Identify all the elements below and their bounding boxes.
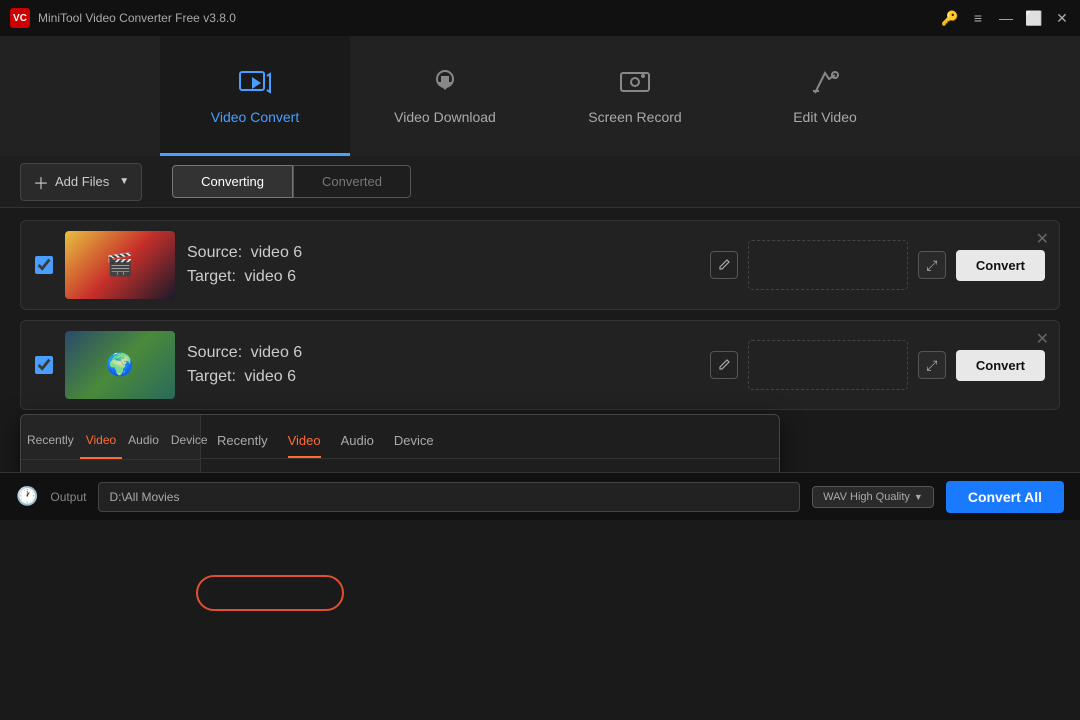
xvid-oval-highlight xyxy=(196,575,344,611)
app-title: MiniTool Video Converter Free v3.8.0 xyxy=(38,11,934,25)
format-pill-label: WAV High Quality xyxy=(823,491,910,503)
convert-button-2[interactable]: Convert xyxy=(956,350,1045,381)
file-target-2: Target: video 6 xyxy=(187,368,698,386)
resize-icon-1[interactable]: ⤢ xyxy=(918,251,946,279)
file-row-2: 🌍 Source: video 6 Target: video 6 ⤢ Conv… xyxy=(20,320,1060,410)
add-files-button[interactable]: ＋ Add Files ▼ xyxy=(20,163,142,201)
tab-screen-record-label: Screen Record xyxy=(588,109,681,125)
file-target-1: Target: video 6 xyxy=(187,268,698,286)
file-actions-2: ⤢ Convert xyxy=(710,340,1045,390)
clock-icon: 🕐 xyxy=(16,486,38,507)
file-info-2: Source: video 6 Target: video 6 xyxy=(187,344,698,386)
tab-edit-video-label: Edit Video xyxy=(793,109,857,125)
file-actions-1: ⤢ Convert xyxy=(710,240,1045,290)
file-source-1: Source: video 6 xyxy=(187,244,698,262)
quality-nav-tabs: Recently Video Audio Device xyxy=(201,423,779,459)
format-list: Recently Video Audio Device MP4 MP4 MOV … xyxy=(21,415,201,472)
app-logo: VC xyxy=(10,8,30,28)
dropdown-arrow-icon[interactable]: ▼ xyxy=(119,176,129,187)
window-controls: 🔑 ≡ — ⬜ ✕ xyxy=(942,10,1070,26)
converted-tab[interactable]: Converted xyxy=(293,165,411,198)
toolbar: ＋ Add Files ▼ Converting Converted xyxy=(0,156,1080,208)
quality-hd1080[interactable]: HD 1080P 1920x1080 xyxy=(201,463,779,472)
format-pill-arrow: ▼ xyxy=(914,492,923,502)
minimize-button[interactable]: — xyxy=(998,10,1014,26)
format-selector-2[interactable] xyxy=(748,340,908,390)
key-icon[interactable]: 🔑 xyxy=(942,10,958,26)
edit-button-2[interactable] xyxy=(710,351,738,379)
resize-icon-2[interactable]: ⤢ xyxy=(918,351,946,379)
source-label-2: Source: xyxy=(187,344,242,361)
target-name-2: video 6 xyxy=(244,368,296,385)
titlebar: VC MiniTool Video Converter Free v3.8.0 … xyxy=(0,0,1080,36)
file-info-1: Source: video 6 Target: video 6 xyxy=(187,244,698,286)
file-checkbox-2[interactable] xyxy=(35,356,53,374)
file-checkbox-1[interactable] xyxy=(35,256,53,274)
format-tab-video[interactable]: Video xyxy=(80,423,122,459)
format-pill[interactable]: WAV High Quality ▼ xyxy=(812,486,934,508)
source-name-1: video 6 xyxy=(251,244,303,261)
close-row-1[interactable]: ✕ xyxy=(1036,229,1049,249)
bottombar: 🕐 Output D:\All Movies WAV High Quality … xyxy=(0,472,1080,520)
format-tab-recently[interactable]: Recently xyxy=(21,423,80,459)
menu-icon[interactable]: ≡ xyxy=(970,10,986,26)
format-tabs: Recently Video Audio Device xyxy=(21,423,200,460)
convert-all-button[interactable]: Convert All xyxy=(946,481,1064,513)
format-selector-1[interactable] xyxy=(748,240,908,290)
output-label: Output xyxy=(50,490,86,504)
format-tab-audio[interactable]: Audio xyxy=(122,423,165,459)
file-source-2: Source: video 6 xyxy=(187,344,698,362)
tab-video-download-label: Video Download xyxy=(394,109,496,125)
target-label-2: Target: xyxy=(187,368,236,385)
converting-tab[interactable]: Converting xyxy=(172,165,293,198)
file-row: 🎬 Source: video 6 Target: video 6 ⤢ Conv… xyxy=(20,220,1060,310)
convert-button-1[interactable]: Convert xyxy=(956,250,1045,281)
format-mp4[interactable]: MP4 MP4 xyxy=(21,466,200,472)
source-name-2: video 6 xyxy=(251,344,303,361)
close-row-2[interactable]: ✕ xyxy=(1036,329,1049,349)
convert-tab-group: Converting Converted xyxy=(172,165,411,198)
quality-tab-recently[interactable]: Recently xyxy=(217,433,268,458)
target-name-1: video 6 xyxy=(244,268,296,285)
quality-tab-audio[interactable]: Audio xyxy=(341,433,374,458)
maximize-button[interactable]: ⬜ xyxy=(1026,10,1042,26)
main-content: 🎬 Source: video 6 Target: video 6 ⤢ Conv… xyxy=(0,208,1080,472)
add-files-label: Add Files xyxy=(55,174,109,189)
quality-panel: Recently Video Audio Device xyxy=(201,415,779,472)
output-path: D:\All Movies xyxy=(98,482,800,512)
source-label: Source: xyxy=(187,244,242,261)
edit-button-1[interactable] xyxy=(710,251,738,279)
file-thumbnail-2: 🌍 xyxy=(65,331,175,399)
format-dropdown: Recently Video Audio Device MP4 MP4 MOV … xyxy=(20,414,780,472)
nav-bar: Video Convert Video Download Screen Reco… xyxy=(0,36,1080,156)
tab-video-convert-label: Video Convert xyxy=(211,109,299,125)
tab-edit-video[interactable]: Edit Video xyxy=(730,36,920,156)
quality-tab-device[interactable]: Device xyxy=(394,433,434,458)
tab-screen-record[interactable]: Screen Record xyxy=(540,36,730,156)
tab-video-convert[interactable]: Video Convert xyxy=(160,36,350,156)
quality-tab-video[interactable]: Video xyxy=(288,433,321,458)
close-button[interactable]: ✕ xyxy=(1054,10,1070,26)
tab-video-download[interactable]: Video Download xyxy=(350,36,540,156)
plus-icon: ＋ xyxy=(33,170,49,194)
file-thumbnail-1: 🎬 xyxy=(65,231,175,299)
target-label: Target: xyxy=(187,268,236,285)
